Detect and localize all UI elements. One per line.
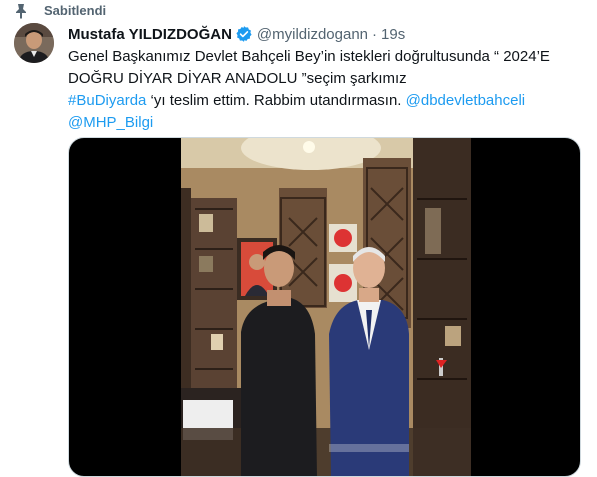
tweet-line-3: #BuDiyarda ‘yı teslim ettim. Rabbim utan… xyxy=(68,90,583,112)
verified-badge-icon xyxy=(236,26,252,42)
tweet-line-2: DOĞRU DİYAR DİYAR ANADOLU ”seçim şarkımı… xyxy=(68,70,407,87)
tweet-header: Mustafa YILDIZDOĞAN @myildizdogann · 19s xyxy=(68,25,405,43)
hashtag-link[interactable]: #BuDiyarda xyxy=(68,92,146,109)
photo-two-men-in-office xyxy=(181,138,471,476)
mention-link-dbdevletbahceli[interactable]: @dbdevletbahceli xyxy=(406,92,525,109)
pin-icon xyxy=(16,4,26,19)
author-handle[interactable]: @myildizdogann xyxy=(257,26,368,43)
pinned-label: Sabitlendi xyxy=(44,3,107,18)
tweet-line-3-text: ‘yı teslim ettim. Rabbim utandırmasın. xyxy=(146,92,406,109)
author-name[interactable]: Mustafa YILDIZDOĞAN xyxy=(68,26,232,43)
avatar[interactable] xyxy=(14,23,54,63)
tweet-time[interactable]: 19s xyxy=(381,26,405,43)
tweet-media[interactable] xyxy=(68,137,581,477)
mention-link-mhp-bilgi[interactable]: @MHP_Bilgi xyxy=(68,114,153,131)
separator-dot: · xyxy=(372,25,378,43)
tweet-line-4: @MHP_Bilgi xyxy=(68,112,583,134)
pinned-indicator: Sabitlendi xyxy=(16,3,107,19)
tweet-text: Genel Başkanımız Devlet Bahçeli Bey’in i… xyxy=(68,46,583,134)
tweet-line-1: Genel Başkanımız Devlet Bahçeli Bey’in i… xyxy=(68,48,550,65)
